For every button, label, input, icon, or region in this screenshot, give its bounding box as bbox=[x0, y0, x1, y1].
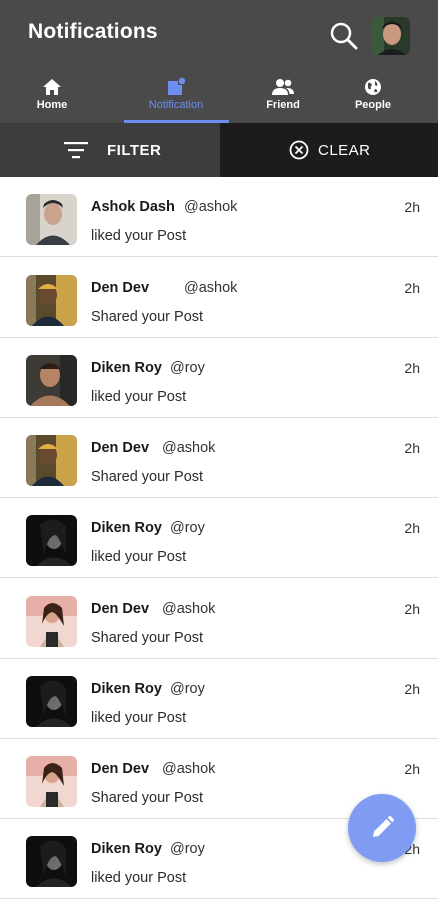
notification-name: Den Dev bbox=[91, 761, 150, 777]
notification-name: Den Dev bbox=[91, 440, 150, 456]
notification-name: Ashok Dash bbox=[91, 199, 175, 215]
list-item[interactable]: Den Dev @ashok Shared your Post 2h bbox=[0, 258, 438, 338]
clear-label: CLEAR bbox=[318, 142, 371, 159]
notification-name: Den Dev bbox=[91, 601, 150, 617]
globe-icon bbox=[365, 79, 381, 95]
notification-name: Den Dev bbox=[91, 280, 150, 296]
tab-bar: Home Notification Friend People bbox=[0, 72, 438, 123]
notification-time: 2h bbox=[404, 761, 420, 777]
notification-action: Shared your Post bbox=[91, 790, 204, 806]
notification-time: 2h bbox=[404, 280, 420, 296]
notification-handle: @ashok bbox=[184, 199, 238, 215]
notification-handle: @roy bbox=[170, 681, 205, 697]
user-avatar[interactable] bbox=[372, 17, 410, 55]
page-title: Notifications bbox=[28, 20, 158, 43]
avatar bbox=[26, 194, 77, 245]
notification-time: 2h bbox=[404, 440, 420, 456]
notification-action: Shared your Post bbox=[91, 630, 204, 646]
avatar bbox=[26, 676, 77, 727]
avatar bbox=[26, 275, 77, 326]
notification-action: liked your Post bbox=[91, 710, 187, 726]
list-item[interactable]: Ashok Dash @ashok liked your Post 2h bbox=[0, 177, 438, 257]
list-item[interactable]: Diken Roy @roy liked your Post 2h bbox=[0, 659, 438, 739]
avatar bbox=[26, 836, 77, 887]
tab-label: Notification bbox=[148, 99, 204, 111]
avatar bbox=[26, 596, 77, 647]
notification-handle: @roy bbox=[170, 360, 205, 376]
notification-name: Diken Roy bbox=[91, 841, 162, 857]
tab-friend[interactable]: Friend bbox=[231, 72, 335, 123]
notification-time: 2h bbox=[404, 520, 420, 536]
tab-notification[interactable]: Notification bbox=[124, 72, 228, 123]
tab-label: Home bbox=[36, 99, 68, 111]
pencil-icon bbox=[373, 815, 395, 837]
notification-handle: @roy bbox=[170, 841, 205, 857]
tab-label: Friend bbox=[266, 99, 300, 111]
avatar bbox=[26, 355, 77, 406]
notification-action: liked your Post bbox=[91, 549, 187, 565]
tab-people[interactable]: People bbox=[321, 72, 425, 123]
notification-icon bbox=[168, 77, 186, 95]
avatar bbox=[26, 756, 77, 807]
notification-time: 2h bbox=[404, 360, 420, 376]
notification-action: liked your Post bbox=[91, 870, 187, 886]
avatar bbox=[26, 515, 77, 566]
search-button[interactable] bbox=[328, 20, 360, 52]
clear-button[interactable]: CLEAR bbox=[220, 123, 438, 177]
notification-action: liked your Post bbox=[91, 228, 187, 244]
home-icon bbox=[43, 79, 61, 95]
notification-name: Diken Roy bbox=[91, 520, 162, 536]
notification-handle: @ashok bbox=[184, 280, 238, 296]
notification-list: Ashok Dash @ashok liked your Post 2h Den… bbox=[0, 177, 438, 900]
notification-handle: @ashok bbox=[162, 601, 216, 617]
notification-time: 2h bbox=[404, 601, 420, 617]
search-icon bbox=[330, 22, 358, 50]
list-item[interactable]: Diken Roy @roy liked your Post 2h bbox=[0, 498, 438, 578]
app-bar: Notifications Home Notification Friend P… bbox=[0, 0, 438, 123]
notification-name: Diken Roy bbox=[91, 681, 162, 697]
notification-action: Shared your Post bbox=[91, 469, 204, 485]
notification-time: 2h bbox=[404, 199, 420, 215]
list-item[interactable]: Den Dev @ashok Shared your Post 2h bbox=[0, 579, 438, 659]
notification-action: Shared your Post bbox=[91, 309, 204, 325]
compose-fab-button[interactable] bbox=[348, 794, 416, 862]
filter-lines-icon bbox=[64, 142, 88, 159]
close-circle-icon bbox=[289, 140, 309, 160]
notification-action: liked your Post bbox=[91, 389, 187, 405]
notification-handle: @ashok bbox=[162, 440, 216, 456]
list-item[interactable]: Diken Roy @roy liked your Post 2h bbox=[0, 338, 438, 418]
tab-home[interactable]: Home bbox=[0, 72, 104, 123]
filter-bar: FILTER CLEAR bbox=[0, 123, 438, 177]
notification-handle: @roy bbox=[170, 520, 205, 536]
avatar bbox=[26, 435, 77, 486]
list-item[interactable]: Den Dev @ashok Shared your Post 2h bbox=[0, 418, 438, 498]
notification-handle: @ashok bbox=[162, 761, 216, 777]
notification-time: 2h bbox=[404, 681, 420, 697]
filter-label: FILTER bbox=[107, 142, 162, 159]
tab-label: People bbox=[354, 99, 392, 111]
notification-name: Diken Roy bbox=[91, 360, 162, 376]
friend-icon bbox=[272, 79, 294, 95]
filter-button[interactable]: FILTER bbox=[0, 123, 220, 177]
